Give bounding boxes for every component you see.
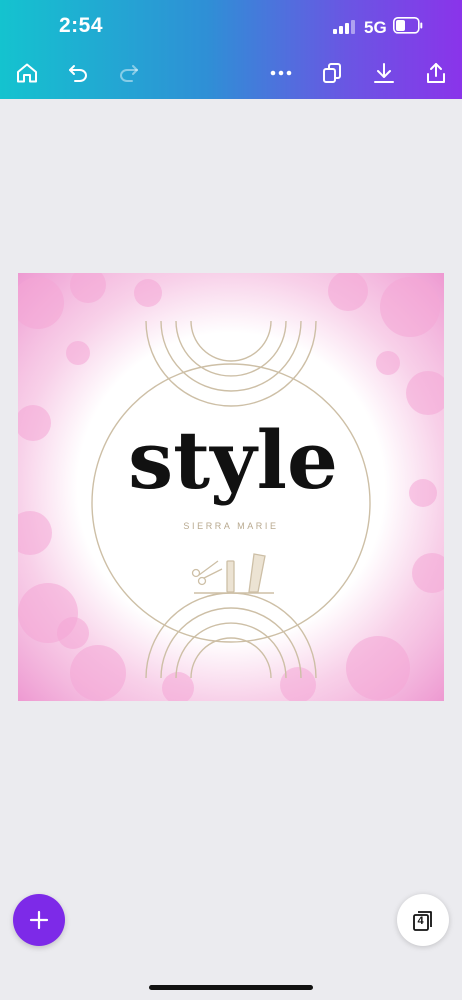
page-count: 4 — [417, 915, 424, 927]
network-label: 5G — [364, 18, 387, 37]
duplicate-icon[interactable] — [317, 58, 347, 88]
signal-icon — [333, 20, 355, 34]
home-indicator — [149, 985, 313, 990]
design-headline: style — [128, 413, 338, 507]
battery-icon — [393, 17, 423, 34]
top-bar: 2:54 5G — [0, 0, 462, 99]
home-icon[interactable] — [12, 58, 42, 88]
pages-button[interactable]: 4 — [397, 894, 449, 946]
undo-icon[interactable] — [63, 58, 93, 88]
status-time: 2:54 — [59, 14, 104, 37]
status-bar: 2:54 5G — [0, 0, 462, 55]
share-icon[interactable] — [421, 58, 451, 88]
add-element-button[interactable] — [13, 894, 65, 946]
design-subtitle: SIERRA MARIE — [183, 521, 278, 531]
more-icon[interactable] — [266, 58, 296, 88]
design-canvas[interactable]: style SIERRA MARIE — [18, 273, 444, 701]
plus-icon — [29, 910, 49, 930]
download-icon[interactable] — [369, 58, 399, 88]
redo-icon[interactable] — [114, 58, 144, 88]
